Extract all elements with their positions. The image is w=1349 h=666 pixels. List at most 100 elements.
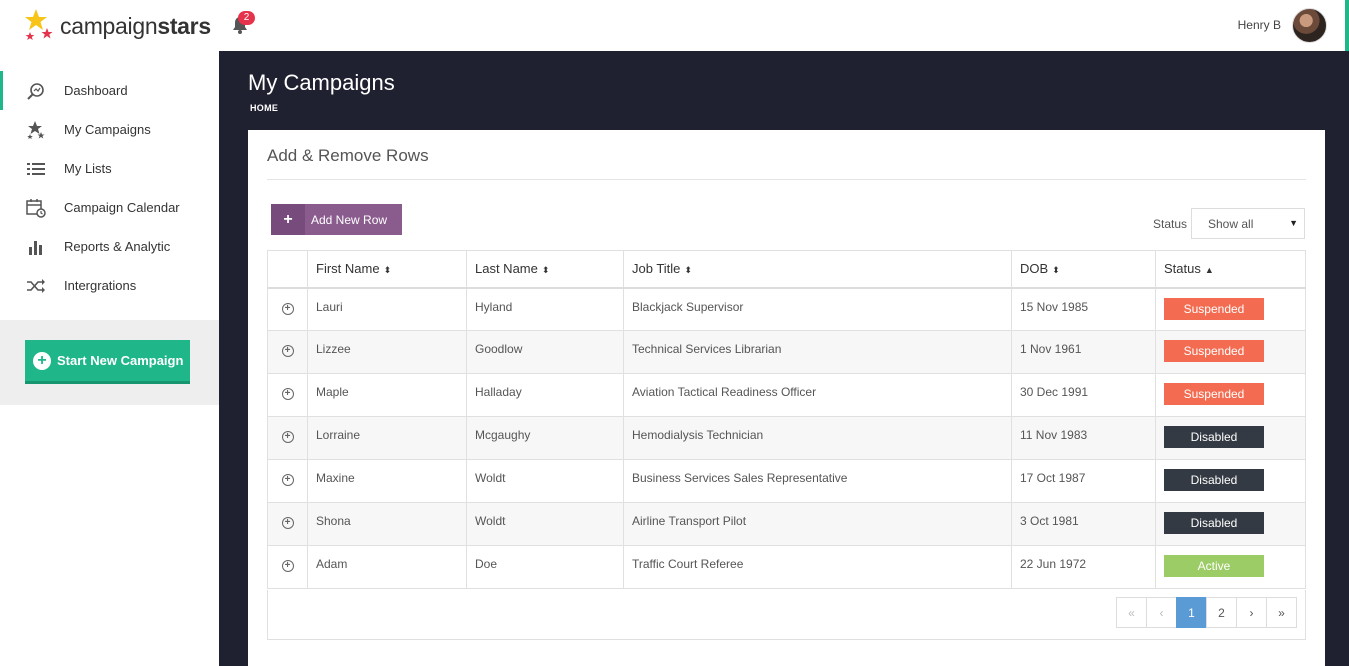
status-badge: Suspended [1164,297,1264,320]
sidebar-item-reports[interactable]: Reports & Analytic [0,227,219,266]
shuffle-icon [26,276,46,296]
expand-row-icon[interactable]: + [281,431,294,443]
plus-circle-icon: + [33,351,51,370]
cell-job-title: Airline Transport Pilot [623,502,1012,546]
sidebar-item-dashboard[interactable]: Dashboard [0,71,219,110]
column-header-status[interactable]: Status ▲ [1155,250,1306,289]
expand-row-icon[interactable]: + [281,345,294,357]
content-panel: Add & Remove Rows + Add New Row Status S… [248,130,1325,666]
sidebar-item-integrations[interactable]: Intergrations [0,266,219,305]
pagination-page-2[interactable]: 2 [1206,597,1237,628]
list-icon [26,159,46,179]
column-header-label: Status [1164,261,1201,277]
cell-first-name: Adam [307,545,467,589]
logo-text: campaignstars [60,13,211,40]
column-header-last-name[interactable]: Last Name ⬍ [466,250,624,289]
table-row[interactable]: + Maple Halladay Aviation Tactical Readines… [267,373,1306,417]
expand-cell: + [267,502,308,546]
expand-row-icon[interactable]: + [281,560,294,572]
pagination-last-button[interactable]: » [1266,597,1297,628]
expand-row-icon[interactable]: + [281,474,294,486]
column-header-job-title[interactable]: Job Title ⬍ [623,250,1012,289]
cell-job-title: Aviation Tactical Readiness Officer [623,373,1012,417]
table-footer: « ‹ 1 2 › » [267,590,1306,640]
cell-job-title: Traffic Court Referee [623,545,1012,589]
pagination-first-button[interactable]: « [1116,597,1147,628]
caret-down-icon: ▼ [1289,218,1298,228]
cell-first-name: Lauri [307,287,467,331]
sort-icon: ⬍ [383,265,392,276]
pagination-next-button[interactable]: › [1236,597,1267,628]
cell-last-name: Mcgaughy [466,416,624,460]
cell-status: Suspended [1155,330,1306,374]
cell-dob: 22 Jun 1972 [1011,545,1156,589]
column-header-first-name[interactable]: First Name ⬍ [307,250,467,289]
expand-cell: + [267,287,308,331]
cell-dob: 1 Nov 1961 [1011,330,1156,374]
sidebar-item-campaign-calendar[interactable]: Campaign Calendar [0,188,219,227]
cell-dob: 30 Dec 1991 [1011,373,1156,417]
expand-row-icon[interactable]: + [281,517,294,529]
expand-cell: + [267,373,308,417]
sort-icon: ⬍ [1052,265,1060,276]
notification-badge: 2 [238,11,255,25]
sort-asc-icon: ▲ [1204,265,1214,276]
logo-suffix: stars [157,12,211,39]
search-chart-icon [26,81,46,101]
start-new-campaign-button[interactable]: + Start New Campaign [25,340,190,384]
start-new-campaign-label: Start New Campaign [57,353,184,368]
sidebar-item-label: Reports & Analytic [64,239,171,254]
column-header-dob[interactable]: DOB ⬍ [1011,250,1156,289]
cell-first-name: Lorraine [307,416,467,460]
avatar[interactable] [1292,8,1327,43]
panel-title: Add & Remove Rows [267,146,429,165]
sidebar-item-label: Campaign Calendar [64,200,180,215]
top-bar: campaignstars 2 Henry B [0,0,1349,51]
pagination: « ‹ 1 2 › » [1116,597,1297,628]
table-row[interactable]: + Maxine Woldt Business Services Sales Repr… [267,459,1306,503]
expand-row-icon[interactable]: + [281,388,294,400]
cell-last-name: Halladay [466,373,624,417]
pagination-prev-button[interactable]: ‹ [1146,597,1177,628]
cell-job-title: Technical Services Librarian [623,330,1012,374]
sidebar-item-my-campaigns[interactable]: My Campaigns [0,110,219,149]
expand-cell: + [267,545,308,589]
stars-logo-icon [25,9,53,40]
status-badge: Suspended [1164,340,1264,362]
cta-area: + Start New Campaign [0,320,219,405]
table-header-row: First Name ⬍ Last Name ⬍ Job Title ⬍ DOB ⬍ S… [267,250,1306,289]
sidebar-item-label: My Lists [64,161,112,176]
expand-cell: + [267,330,308,374]
logo[interactable]: campaignstars [24,8,211,44]
cell-last-name: Doe [466,545,624,589]
cell-last-name: Goodlow [466,330,624,374]
table-row[interactable]: + Lauri Hyland Blackjack Supervisor 15 Nov 1… [267,287,1306,331]
cell-last-name: Hyland [466,287,624,331]
expand-column-header [267,250,308,289]
table-row[interactable]: + Lizzee Goodlow Technical Services Librari… [267,330,1306,374]
calendar-icon [26,198,46,218]
cell-job-title: Business Services Sales Representative [623,459,1012,503]
cell-first-name: Lizzee [307,330,467,374]
table-row[interactable]: + Shona Woldt Airline Transport Pilot 3 Oct … [267,502,1306,546]
add-new-row-button[interactable]: + Add New Row [271,204,402,235]
breadcrumb[interactable]: HOME [250,103,278,113]
cell-job-title: Blackjack Supervisor [623,287,1012,331]
status-badge: Disabled [1164,512,1264,534]
pagination-page-1[interactable]: 1 [1176,597,1207,628]
cell-dob: 15 Nov 1985 [1011,287,1156,331]
cell-status: Suspended [1155,287,1306,331]
accent-strip [1345,0,1349,51]
add-new-row-label: Add New Row [311,212,388,227]
cell-dob: 11 Nov 1983 [1011,416,1156,460]
status-filter-select[interactable]: Show all ▼ [1191,208,1305,239]
column-header-label: First Name [316,261,380,277]
user-name[interactable]: Henry B [1238,18,1281,32]
cell-first-name: Maxine [307,459,467,503]
expand-row-icon[interactable]: + [281,302,294,315]
cell-dob: 3 Oct 1981 [1011,502,1156,546]
status-badge: Disabled [1164,426,1264,448]
table-row[interactable]: + Lorraine Mcgaughy Hemodialysis Technician… [267,416,1306,460]
sidebar-item-my-lists[interactable]: My Lists [0,149,219,188]
table-row[interactable]: + Adam Doe Traffic Court Referee 22 Jun 1972… [267,545,1306,589]
